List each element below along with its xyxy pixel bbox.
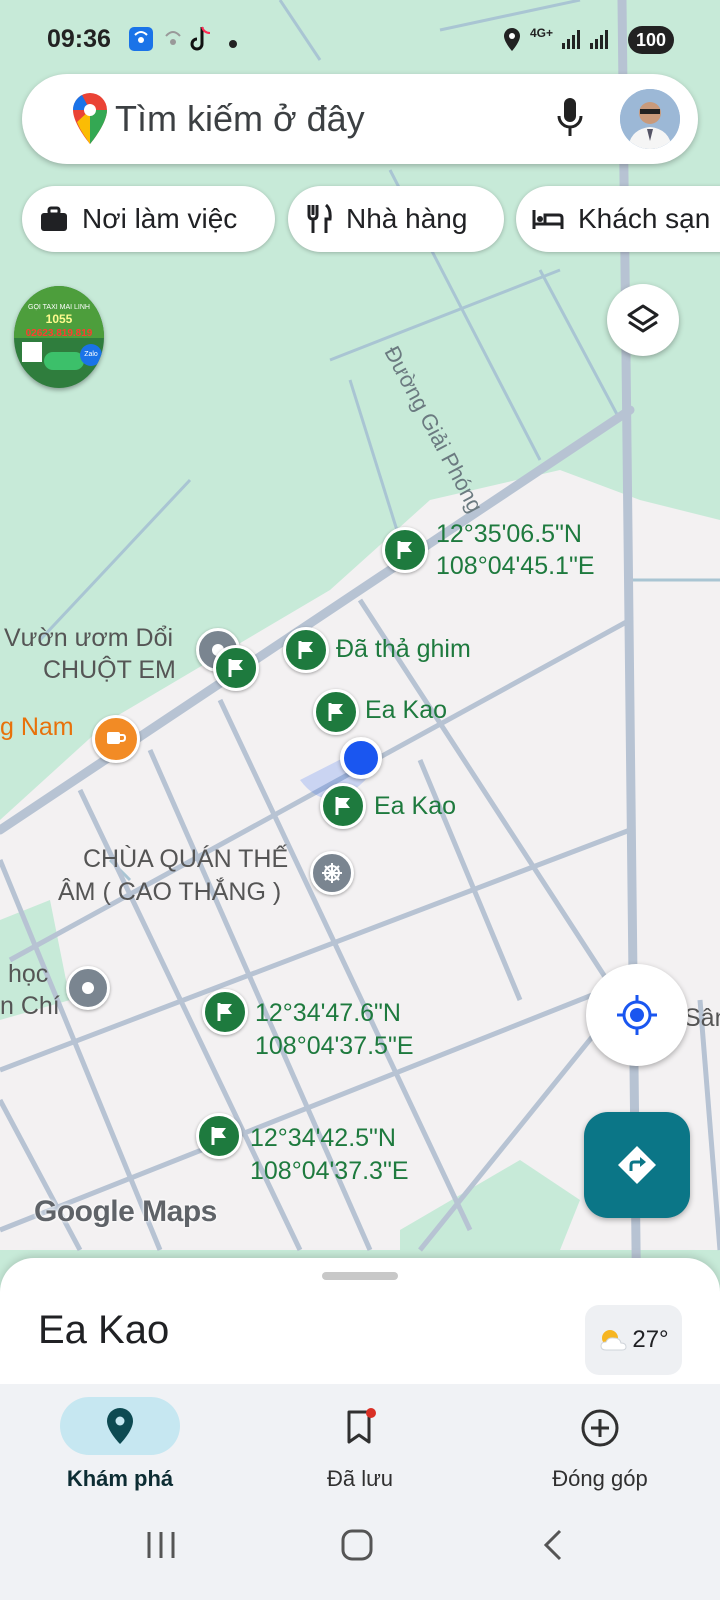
- coord-label-1-lat: 12°35'06.5"N: [436, 520, 582, 548]
- tiktok-icon: [190, 25, 214, 58]
- home-icon[interactable]: [340, 1528, 374, 1562]
- nursery-label-line1: Vườn ươm Dổi: [4, 624, 174, 652]
- ad-line1: GỌI TAXI MAI LINH: [28, 304, 90, 311]
- profile-avatar[interactable]: [620, 89, 680, 149]
- temperature: 27°: [632, 1326, 669, 1353]
- nav-explore[interactable]: Khám phá: [20, 1384, 220, 1504]
- layers-button[interactable]: [607, 284, 679, 356]
- flag-icon: [328, 703, 343, 721]
- add-circle-icon: [581, 1409, 619, 1447]
- cafe-pin[interactable]: [92, 715, 140, 763]
- taxi-ad-badge[interactable]: GỌI TAXI MAI LINH 1055 02623.819.819 Zal…: [14, 286, 104, 388]
- system-navigation-bar: [0, 1504, 720, 1600]
- signal-icon-2: [588, 28, 610, 55]
- google-maps-watermark: Google Maps: [34, 1195, 217, 1228]
- google-maps-logo-icon: [72, 92, 108, 151]
- bottom-navigation: Khám phá Đã lưu Đóng góp: [0, 1384, 720, 1504]
- sheet-title: Ea Kao: [38, 1308, 170, 1352]
- ad-app: Zalo: [80, 344, 102, 366]
- temple-label-line1: CHÙA QUÁN THẾ: [83, 845, 289, 873]
- explore-pin-icon: [107, 1408, 133, 1444]
- temple-pin[interactable]: [310, 851, 354, 895]
- flag-icon: [211, 1127, 226, 1145]
- nav-explore-label: Khám phá: [66, 1466, 174, 1491]
- battery-indicator: 100: [628, 26, 674, 54]
- coord-label-2-lat: 12°34'47.6"N: [255, 999, 401, 1027]
- partly-cloudy-icon: [600, 1330, 627, 1351]
- dropped-pin-label: Đã thả ghim: [336, 635, 471, 663]
- hotel-icon: [532, 210, 564, 229]
- bookmark-icon: [347, 1408, 376, 1444]
- recent-apps-icon[interactable]: [144, 1530, 178, 1560]
- dharma-wheel-icon: [322, 863, 342, 883]
- hotspot-icon: [160, 28, 186, 57]
- current-location-dot: [340, 737, 382, 779]
- chip-label: Nhà hàng: [346, 203, 468, 234]
- dropped-pin[interactable]: [283, 627, 329, 673]
- my-location-button[interactable]: [586, 964, 688, 1066]
- nav-contribute[interactable]: Đóng góp: [500, 1384, 700, 1504]
- coord-label-3-lng: 108°04'37.3"E: [250, 1157, 409, 1185]
- nav-contribute-label: Đóng góp: [552, 1466, 648, 1491]
- search-input[interactable]: Tìm kiếm ở đây: [115, 98, 365, 140]
- restaurant-icon: [307, 204, 332, 233]
- flag-icon: [228, 659, 243, 677]
- status-time: 09:36: [47, 25, 111, 53]
- directions-button[interactable]: [584, 1112, 690, 1218]
- cafe-label: g Nam: [0, 713, 74, 741]
- school-pin[interactable]: [66, 966, 110, 1010]
- saved-flag-pin[interactable]: [213, 645, 259, 691]
- directions-icon: [618, 1146, 656, 1184]
- layers-icon: [627, 304, 659, 333]
- nav-saved[interactable]: Đã lưu: [260, 1384, 460, 1504]
- briefcase-icon: [41, 206, 67, 231]
- wifi-calling-icon: [128, 26, 154, 57]
- flag-icon: [397, 541, 412, 559]
- coffee-cup-icon: [107, 732, 127, 744]
- school-label-line2: n Chí: [0, 992, 60, 1020]
- back-icon[interactable]: [540, 1528, 566, 1562]
- flag-icon: [217, 1003, 232, 1021]
- nursery-label-line2: CHUỘT EM: [43, 656, 176, 684]
- network-type: 4G+: [530, 26, 554, 40]
- ea-kao-pin-2[interactable]: [320, 783, 366, 829]
- saved-flag-pin[interactable]: [382, 527, 428, 573]
- location-icon: [502, 27, 522, 58]
- my-location-icon: [617, 995, 657, 1035]
- flag-icon: [298, 641, 313, 659]
- coord-label-1-lng: 108°04'45.1"E: [436, 552, 595, 580]
- chip-label: Nơi làm việc: [82, 203, 238, 234]
- edge-place-label: Sân: [684, 1004, 720, 1032]
- ea-kao-pin-1[interactable]: [313, 689, 359, 735]
- chip-workplace[interactable]: Nơi làm việc: [22, 186, 275, 252]
- ea-kao-label-1: Ea Kao: [365, 696, 448, 724]
- search-bar[interactable]: Tìm kiếm ở đây: [22, 74, 698, 164]
- nav-saved-label: Đã lưu: [326, 1466, 394, 1491]
- chip-label: Khách sạn: [578, 203, 711, 234]
- chip-restaurants[interactable]: Nhà hàng: [288, 186, 504, 252]
- chip-hotels[interactable]: Khách sạn: [516, 186, 720, 252]
- temple-label-line2: ÂM ( CAO THẮNG ): [58, 878, 282, 906]
- coord-label-2-lng: 108°04'37.5"E: [255, 1032, 414, 1060]
- sheet-drag-handle[interactable]: [322, 1272, 398, 1280]
- school-label-line1: học: [8, 960, 49, 988]
- microphone-icon[interactable]: [555, 96, 585, 145]
- more-notifications-icon: [229, 35, 237, 53]
- signal-icon-1: [560, 28, 582, 55]
- ad-number: 1055: [45, 312, 73, 326]
- saved-flag-pin[interactable]: [196, 1113, 242, 1159]
- status-bar: 09:36 4G+ 100: [0, 0, 720, 80]
- ea-kao-label-2: Ea Kao: [374, 792, 457, 820]
- ad-phone: 02623.819.819: [25, 328, 93, 339]
- coord-label-3-lat: 12°34'42.5"N: [250, 1124, 396, 1152]
- flag-icon: [335, 797, 350, 815]
- saved-flag-pin[interactable]: [202, 989, 248, 1035]
- weather-chip[interactable]: 27°: [585, 1305, 682, 1375]
